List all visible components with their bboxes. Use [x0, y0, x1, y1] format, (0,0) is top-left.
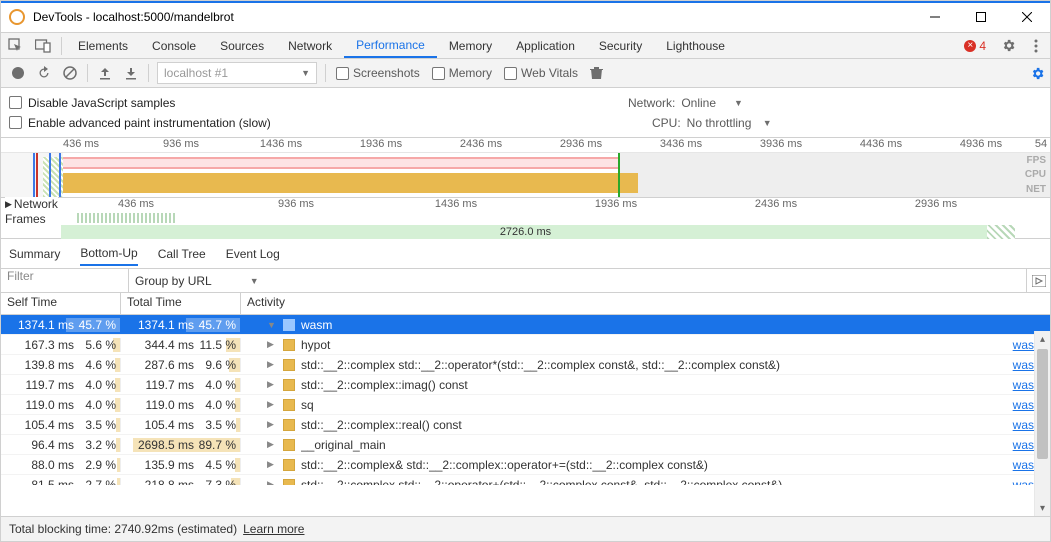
- table-row[interactable]: 105.4 ms3.5 %105.4 ms3.5 %▶std::__2::com…: [1, 415, 1050, 435]
- download-button[interactable]: [118, 59, 144, 87]
- expand-icon[interactable]: ▶: [267, 479, 277, 485]
- activity-swatch: [283, 459, 295, 471]
- tab-sources[interactable]: Sources: [208, 33, 276, 58]
- activity-swatch: [283, 339, 295, 351]
- expand-icon[interactable]: ▶: [267, 359, 277, 370]
- upload-button[interactable]: [92, 59, 118, 87]
- table-row[interactable]: 119.0 ms4.0 %119.0 ms4.0 %▶sqwasm: [1, 395, 1050, 415]
- window-title: DevTools - localhost:5000/mandelbrot: [33, 10, 912, 24]
- timeline-panel[interactable]: 436 ms 936 ms 1436 ms 1936 ms 2436 ms 29…: [1, 198, 1050, 239]
- activity-swatch: [283, 359, 295, 371]
- settings-gear-icon[interactable]: [994, 33, 1022, 58]
- table-scrollbar[interactable]: ▴ ▾: [1034, 331, 1050, 516]
- capture-settings-gear-icon[interactable]: [1024, 59, 1050, 87]
- reload-record-button[interactable]: [31, 59, 57, 87]
- table-row[interactable]: 167.3 ms5.6 %344.4 ms11.5 %▶hypotwasm: [1, 335, 1050, 355]
- capture-settings: Disable JavaScript samples Enable advanc…: [1, 88, 1050, 138]
- tab-performance[interactable]: Performance: [344, 33, 437, 58]
- status-text: Total blocking time: 2740.92ms (estimate…: [9, 522, 237, 536]
- activity-text: hypot: [301, 338, 1007, 352]
- activity-swatch: [283, 379, 295, 391]
- table-row[interactable]: 139.8 ms4.6 %287.6 ms9.6 %▶std::__2::com…: [1, 355, 1050, 375]
- expand-icon[interactable]: ▶: [267, 379, 277, 390]
- error-count-badge[interactable]: ×4: [956, 39, 994, 53]
- col-self-time[interactable]: Self Time: [1, 293, 121, 314]
- clear-button[interactable]: [57, 59, 83, 87]
- learn-more-link[interactable]: Learn more: [243, 522, 304, 536]
- minimize-button[interactable]: [912, 1, 958, 32]
- col-activity[interactable]: Activity: [241, 293, 1050, 314]
- expand-icon[interactable]: ▶: [267, 439, 277, 450]
- tab-network[interactable]: Network: [276, 33, 344, 58]
- activity-swatch: [283, 439, 295, 451]
- activity-text: wasm: [301, 318, 1050, 332]
- activity-swatch: [283, 419, 295, 431]
- tab-lighthouse[interactable]: Lighthouse: [654, 33, 737, 58]
- activity-text: std::__2::complex::imag() const: [301, 378, 1007, 392]
- tab-event-log[interactable]: Event Log: [226, 243, 280, 265]
- tab-security[interactable]: Security: [587, 33, 654, 58]
- status-bar: Total blocking time: 2740.92ms (estimate…: [1, 516, 1050, 541]
- expand-icon[interactable]: ▶: [267, 399, 277, 410]
- filter-input[interactable]: Filter: [1, 269, 129, 292]
- close-button[interactable]: [1004, 1, 1050, 32]
- table-row[interactable]: 1374.1 ms45.7 %1374.1 ms45.7 %▼wasm: [1, 315, 1050, 335]
- tab-bottom-up[interactable]: Bottom-Up: [80, 242, 137, 266]
- perf-toolbar: localhost #1▼ Screenshots Memory Web Vit…: [1, 59, 1050, 88]
- trash-button[interactable]: [584, 59, 610, 87]
- activity-text: std::__2::complex std::__2::operator*(st…: [301, 358, 1007, 372]
- activity-swatch: [283, 399, 295, 411]
- activity-text: std::__2::complex std::__2::operator+(st…: [301, 478, 1007, 486]
- table-header: Self Time Total Time Activity: [1, 293, 1050, 315]
- main-toolbar: Elements Console Sources Network Perform…: [1, 32, 1050, 59]
- tab-memory[interactable]: Memory: [437, 33, 504, 58]
- memory-checkbox[interactable]: Memory: [426, 66, 498, 80]
- table-row[interactable]: 96.4 ms3.2 %2698.5 ms89.7 %▶__original_m…: [1, 435, 1050, 455]
- tab-call-tree[interactable]: Call Tree: [158, 243, 206, 265]
- error-count: 4: [979, 39, 986, 53]
- main-tabs: Elements Console Sources Network Perform…: [66, 33, 737, 58]
- table-row[interactable]: 88.0 ms2.9 %135.9 ms4.5 %▶std::__2::comp…: [1, 455, 1050, 475]
- tab-application[interactable]: Application: [504, 33, 587, 58]
- inspect-icon[interactable]: [1, 33, 29, 58]
- frames-track-label[interactable]: Frames: [5, 212, 46, 226]
- activity-text: __original_main: [301, 438, 1007, 452]
- cpu-select[interactable]: No throttling ▼: [687, 116, 772, 130]
- activity-swatch: [283, 479, 295, 486]
- group-by-select[interactable]: Group by URL▼: [129, 269, 265, 292]
- col-total-time[interactable]: Total Time: [121, 293, 241, 314]
- network-track-label[interactable]: ▶Network: [5, 197, 58, 211]
- expand-icon[interactable]: ▶: [267, 459, 277, 470]
- activity-text: sq: [301, 398, 1007, 412]
- overview-chart[interactable]: 436 ms 936 ms 1436 ms 1936 ms 2436 ms 29…: [1, 138, 1050, 198]
- table-body: 1374.1 ms45.7 %1374.1 ms45.7 %▼wasm167.3…: [1, 315, 1050, 485]
- device-toggle-icon[interactable]: [29, 33, 57, 58]
- analysis-tabs: Summary Bottom-Up Call Tree Event Log: [1, 239, 1050, 269]
- activity-text: std::__2::complex::real() const: [301, 418, 1007, 432]
- profile-select[interactable]: localhost #1▼: [157, 62, 317, 84]
- heavy-stack-toggle[interactable]: [1026, 269, 1050, 292]
- devtools-icon: [9, 9, 25, 25]
- network-select[interactable]: Online ▼: [681, 96, 743, 110]
- table-row[interactable]: 119.7 ms4.0 %119.7 ms4.0 %▶std::__2::com…: [1, 375, 1050, 395]
- activity-swatch: [283, 319, 295, 331]
- paint-instr-checkbox[interactable]: [9, 116, 22, 129]
- activity-text: std::__2::complex& std::__2::complex::op…: [301, 458, 1007, 472]
- screenshots-checkbox[interactable]: Screenshots: [330, 66, 426, 80]
- expand-icon[interactable]: ▶: [267, 339, 277, 350]
- tab-summary[interactable]: Summary: [9, 243, 60, 265]
- record-button[interactable]: [5, 59, 31, 87]
- filter-row: Filter Group by URL▼: [1, 269, 1050, 293]
- table-row[interactable]: 81.5 ms2.7 %218.8 ms7.3 %▶std::__2::comp…: [1, 475, 1050, 485]
- more-icon[interactable]: [1022, 33, 1050, 58]
- maximize-button[interactable]: [958, 1, 1004, 32]
- expand-icon[interactable]: ▼: [267, 320, 277, 330]
- window-titlebar: DevTools - localhost:5000/mandelbrot: [1, 1, 1050, 32]
- disable-js-checkbox[interactable]: [9, 96, 22, 109]
- tab-console[interactable]: Console: [140, 33, 208, 58]
- webvitals-checkbox[interactable]: Web Vitals: [498, 66, 584, 80]
- tab-elements[interactable]: Elements: [66, 33, 140, 58]
- expand-icon[interactable]: ▶: [267, 419, 277, 430]
